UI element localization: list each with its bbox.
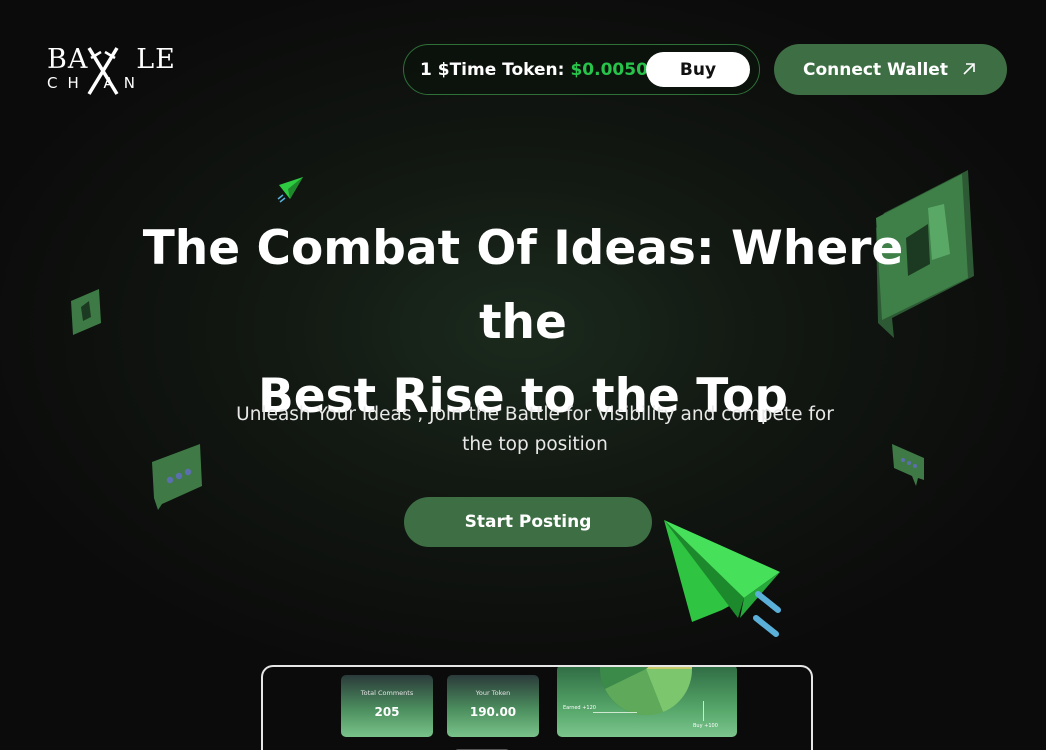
buy-button[interactable]: Buy: [646, 52, 750, 87]
chart-label-earned: Earned +120: [563, 705, 596, 711]
hero-subtitle-line2: the top position: [462, 434, 608, 455]
stat-card-label: Your Token: [475, 689, 511, 697]
logo[interactable]: BA LE CH AN: [47, 44, 175, 96]
swords-icon: [87, 47, 119, 95]
hero-title-line1: The Combat Of Ideas: Where the: [142, 221, 904, 350]
token-price: $0.0050: [570, 59, 648, 80]
token-label: 1 $Time Token:: [420, 59, 565, 80]
hero-subtitle-line1: Unleash Your Ideas , Join the Battle for…: [236, 404, 834, 425]
connect-wallet-button[interactable]: Connect Wallet: [774, 44, 1007, 95]
connect-wallet-label: Connect Wallet: [803, 59, 948, 80]
token-price-pill: 1 $Time Token: $0.0050 Buy: [403, 44, 760, 95]
start-posting-button[interactable]: Start Posting: [404, 497, 652, 547]
stat-card-your-token: Your Token 190.00: [447, 675, 539, 737]
chat-bubble-icon: [892, 444, 924, 486]
stat-card-total-comments: Total Comments 205: [341, 675, 433, 737]
paper-plane-icon: [277, 177, 303, 203]
stat-card-label: Total Comments: [360, 689, 414, 697]
pie-slice: [646, 667, 693, 669]
hero-subtitle: Unleash Your Ideas , Join the Battle for…: [230, 400, 840, 460]
pie-chart-card: Earned +120 Buy +100: [557, 667, 737, 737]
paper-plane-icon: [664, 520, 781, 637]
chat-bubble-icon: [152, 444, 202, 510]
dashboard-preview: Total Comments 205 Your Token 190.00 Ear…: [261, 665, 813, 750]
chart-leader-line: [703, 701, 704, 721]
arrow-up-right-icon: [963, 63, 975, 75]
chart-label-buy: Buy +100: [693, 723, 718, 729]
stat-card-value: 190.00: [469, 705, 517, 719]
thumbs-up-bubble-icon: [71, 289, 101, 335]
stat-card-value: 205: [374, 705, 400, 719]
chart-leader-line: [593, 712, 637, 713]
